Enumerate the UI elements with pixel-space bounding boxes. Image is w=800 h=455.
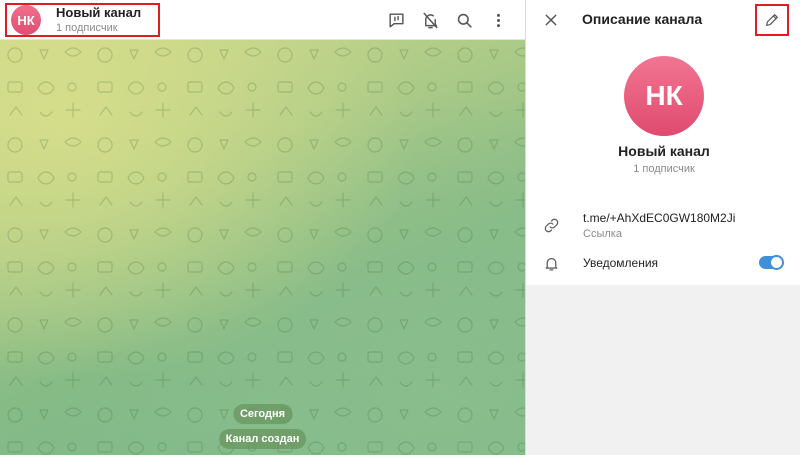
channel-header-info[interactable]: НК Новый канал 1 подписчик xyxy=(5,3,160,37)
date-separator: Сегодня xyxy=(232,404,293,424)
bell-off-icon xyxy=(422,12,438,28)
toggle-knob xyxy=(769,255,784,270)
channel-avatar-large[interactable]: НК xyxy=(624,56,704,136)
mute-button[interactable] xyxy=(413,3,447,37)
close-icon xyxy=(545,14,557,26)
link-row-icon xyxy=(542,216,560,234)
more-vertical-icon xyxy=(496,13,500,27)
edit-channel-button[interactable] xyxy=(755,4,789,36)
pencil-icon xyxy=(766,14,778,26)
channel-title: Новый канал xyxy=(56,4,142,20)
more-button[interactable] xyxy=(481,3,515,37)
channel-subscribers: 1 подписчик xyxy=(56,21,118,34)
search-icon xyxy=(457,13,472,28)
chat-background: Сегодня Канал создан xyxy=(0,40,525,455)
discussion-button[interactable] xyxy=(379,3,413,37)
search-button[interactable] xyxy=(447,3,481,37)
discussion-icon xyxy=(388,12,404,28)
invite-link[interactable]: t.me/+AhXdEC0GW180M2Ji xyxy=(583,211,735,225)
close-panel-button[interactable] xyxy=(540,9,562,31)
notifications-row-icon xyxy=(542,254,560,272)
invite-link-caption: Ссылка xyxy=(583,228,622,240)
link-icon xyxy=(544,218,558,232)
bell-icon xyxy=(545,257,557,271)
channel-info-card: Описание канала НК Новый канал 1 подписч… xyxy=(526,0,800,285)
chat-header: НК Новый канал 1 подписчик xyxy=(0,0,525,40)
chat-area: НК Новый канал 1 подписчик Сегодня Канал… xyxy=(0,0,525,455)
notifications-label: Уведомления xyxy=(583,256,659,270)
profile-subscribers: 1 подписчик xyxy=(633,163,695,175)
service-message-channel-created: Канал создан xyxy=(218,429,307,449)
channel-avatar: НК xyxy=(11,5,41,35)
channel-info-panel: Описание канала НК Новый канал 1 подписч… xyxy=(526,0,800,455)
doodle-pattern xyxy=(0,40,525,455)
profile-channel-name: Новый канал xyxy=(618,143,710,159)
notifications-toggle[interactable] xyxy=(759,255,784,270)
header-actions xyxy=(379,0,515,40)
panel-title: Описание канала xyxy=(582,11,703,27)
